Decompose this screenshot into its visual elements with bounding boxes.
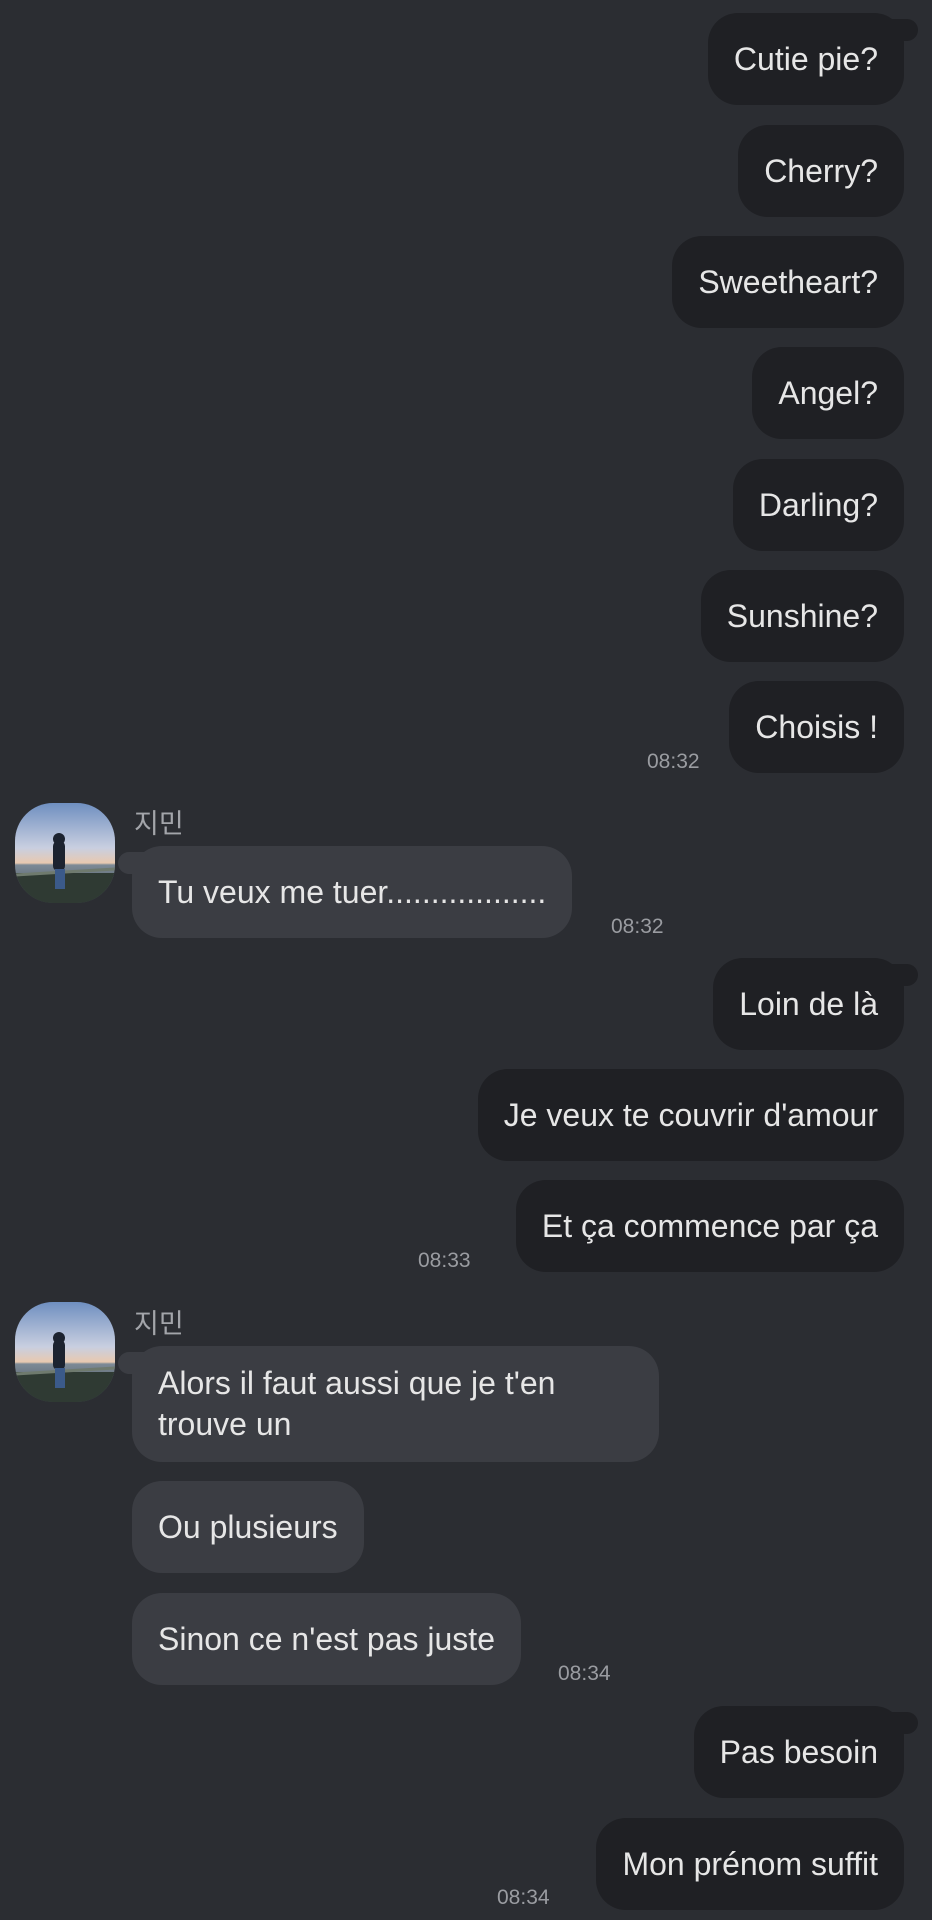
message-text: Angel?	[778, 374, 878, 411]
sender-name: 지민	[134, 1309, 184, 1339]
message-text: Pas besoin	[719, 1733, 878, 1770]
message-bubble-outgoing[interactable]: Angel?	[752, 347, 904, 439]
message-timestamp: 08:34	[497, 1886, 550, 1909]
message-timestamp: 08:32	[611, 915, 664, 938]
message-bubble-outgoing[interactable]: Cherry?	[738, 125, 904, 217]
message-bubble-outgoing[interactable]: Pas besoin	[693, 1706, 918, 1798]
message-text: Sweetheart?	[698, 263, 878, 300]
message-text: Mon prénom suffit	[622, 1845, 878, 1882]
message-bubble-outgoing[interactable]: Je veux te couvrir d'amour	[477, 1069, 904, 1161]
message-text: Cherry?	[764, 152, 878, 189]
message-bubble-outgoing[interactable]: Darling?	[732, 459, 904, 551]
message-bubble-incoming[interactable]: Alors il faut aussi que je t'en trouve u…	[118, 1346, 659, 1462]
message-text: Loin de là	[739, 985, 878, 1022]
message-bubble-outgoing[interactable]: Mon prénom suffit	[596, 1818, 904, 1910]
bubble-tail	[118, 1352, 148, 1374]
bubble-tail	[888, 1712, 918, 1734]
message-text: Choisis !	[755, 708, 878, 745]
message-timestamp: 08:34	[558, 1662, 611, 1685]
message-bubble-incoming[interactable]: Sinon ce n'est pas juste	[132, 1593, 521, 1685]
message-text: Cutie pie?	[733, 40, 878, 77]
message-bubble-outgoing[interactable]: Choisis !	[729, 681, 904, 773]
bubble-tail	[888, 19, 918, 41]
bubble-tail	[888, 964, 918, 986]
message-text: Alors il faut aussi que je t'en trouve u…	[158, 1365, 556, 1442]
message-text: Et ça commence par ça	[541, 1207, 878, 1244]
contact-avatar[interactable]	[15, 1302, 115, 1402]
message-timestamp: 08:33	[418, 1249, 471, 1272]
message-text: Sinon ce n'est pas juste	[158, 1620, 495, 1657]
message-timestamp: 08:32	[647, 750, 700, 773]
message-text: Ou plusieurs	[158, 1508, 338, 1545]
avatar-photo	[15, 803, 115, 903]
message-bubble-outgoing[interactable]: Cutie pie?	[707, 13, 918, 105]
sender-name: 지민	[134, 809, 184, 839]
message-bubble-outgoing[interactable]: Et ça commence par ça	[515, 1180, 904, 1272]
message-bubble-outgoing[interactable]: Sunshine?	[700, 570, 904, 662]
contact-avatar[interactable]	[15, 803, 115, 903]
message-bubble-outgoing[interactable]: Loin de là	[713, 958, 918, 1050]
bubble-tail	[118, 852, 148, 874]
message-text: Tu veux me tuer..................	[158, 873, 547, 910]
message-text: Je veux te couvrir d'amour	[503, 1096, 878, 1133]
message-bubble-incoming[interactable]: Tu veux me tuer..................	[118, 846, 573, 938]
message-text: Darling?	[758, 486, 878, 523]
message-text: Sunshine?	[726, 597, 878, 634]
message-bubble-outgoing[interactable]: Sweetheart?	[672, 236, 904, 328]
message-bubble-incoming[interactable]: Ou plusieurs	[132, 1481, 364, 1573]
avatar-photo	[15, 1302, 115, 1402]
